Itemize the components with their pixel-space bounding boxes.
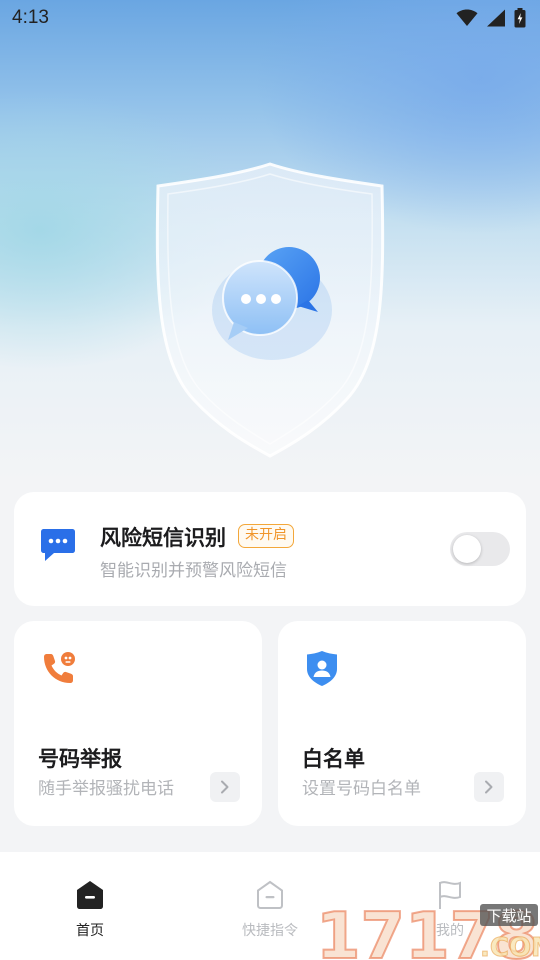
nav-item-shortcut[interactable]: 快捷指令 (210, 852, 330, 960)
number-report-arrow-button[interactable] (210, 772, 240, 802)
risk-sms-subtitle: 智能识别并预警风险短信 (100, 561, 287, 581)
toggle-knob (453, 535, 481, 563)
whitelist-arrow-button[interactable] (474, 772, 504, 802)
chevron-right-icon (485, 780, 493, 794)
risk-sms-toggle[interactable] (450, 532, 510, 566)
status-icons (456, 8, 526, 28)
status-badge: 未开启 (238, 524, 294, 548)
risk-sms-title: 风险短信识别 (100, 526, 226, 550)
risk-sms-card[interactable]: 风险短信识别 未开启 智能识别并预警风险短信 (14, 492, 526, 606)
nav-label-home: 首页 (76, 923, 104, 939)
number-report-card[interactable]: 号码举报 随手举报骚扰电话 (14, 621, 262, 826)
watermark-tag: 下载站 (486, 907, 531, 925)
watermark-domain: .COM (480, 933, 540, 960)
status-time: 4:13 (12, 7, 49, 28)
cellular-signal-icon (487, 9, 505, 27)
number-report-subtitle: 随手举报骚扰电话 (38, 779, 174, 799)
home-icon (77, 881, 103, 909)
shield-illustration (150, 160, 390, 460)
shortcut-icon (257, 880, 283, 909)
nav-item-home[interactable]: 首页 (30, 852, 150, 960)
whitelist-title: 白名单 (302, 747, 365, 771)
chevron-right-icon (221, 780, 229, 794)
phone-report-icon (44, 652, 75, 683)
nav-label-shortcut: 快捷指令 (242, 923, 298, 939)
sms-chat-icon (41, 529, 75, 561)
shield-user-icon (307, 651, 337, 686)
watermark-logo: 17178 下载站 .COM (314, 898, 540, 960)
wifi-icon (456, 9, 478, 26)
status-bar: 4:13 (0, 0, 540, 36)
battery-icon (514, 8, 526, 28)
whitelist-card[interactable]: 白名单 设置号码白名单 (278, 621, 526, 826)
number-report-title: 号码举报 (38, 747, 122, 771)
whitelist-subtitle: 设置号码白名单 (302, 779, 421, 799)
